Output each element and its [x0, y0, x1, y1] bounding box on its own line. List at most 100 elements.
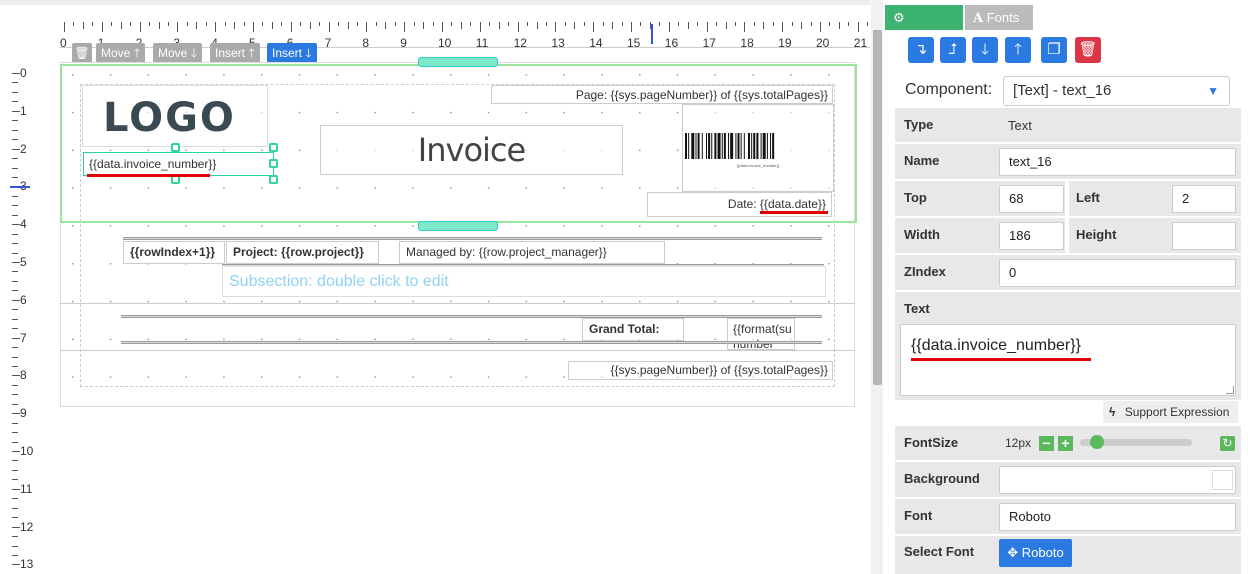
name-label: Name [904, 153, 940, 168]
ruler-number: 1 [20, 103, 27, 118]
selection-handle[interactable] [171, 143, 180, 152]
logo-image[interactable]: LOGO [82, 85, 268, 147]
insert-above-button[interactable]: Insert 🡑 [210, 43, 260, 63]
ruler-tick [801, 22, 803, 29]
ruler-number: 12 [20, 519, 34, 534]
ruler-tick [12, 290, 18, 292]
ruler-tick [12, 318, 18, 320]
ruler-tick [12, 252, 18, 254]
selection-handle[interactable] [269, 143, 278, 152]
band-resize-handle-top[interactable] [418, 57, 498, 67]
fontsize-slider-thumb[interactable] [1089, 435, 1104, 449]
row-project-text[interactable]: Project: {{row.project}} [226, 241, 379, 264]
move-up-button[interactable]: Move 🡑 [96, 43, 145, 63]
ruler-tick [460, 22, 462, 29]
ruler-tick [423, 22, 425, 29]
move-down-button[interactable]: Move 🡓 [153, 43, 202, 63]
ruler-number: 13 [551, 36, 565, 50]
left-input[interactable]: 2 [1172, 185, 1236, 213]
top-input[interactable]: 68 [999, 185, 1064, 213]
subsection-placeholder[interactable]: Subsection: double click to edit [222, 266, 826, 297]
ruler-number: 5 [20, 255, 27, 269]
name-input[interactable]: text_16 [999, 148, 1236, 176]
ruler-number: 9 [20, 406, 27, 421]
height-input[interactable] [1172, 222, 1236, 250]
row-index-text[interactable]: {{rowIndex+1}} [123, 241, 225, 264]
ruler-number: 12 [513, 36, 527, 50]
grid-dot [72, 376, 74, 378]
trash-icon: 🗑 [74, 46, 90, 60]
insert-below-button[interactable]: Insert 🡓 [267, 43, 317, 63]
band-resize-handle-bottom[interactable] [418, 221, 498, 231]
tab-fonts[interactable]: A Fonts [965, 5, 1033, 30]
selection-handle[interactable] [269, 175, 278, 184]
ruler-tick [668, 22, 670, 32]
ruler-number: 18 [740, 36, 754, 50]
highlight-underline [911, 358, 1091, 361]
arrow-up-icon: 🡑 [133, 46, 140, 60]
send-backward-button[interactable]: ↴ [908, 37, 934, 63]
barcode-bar [756, 133, 759, 159]
ruler-number: 16 [664, 36, 679, 50]
ruler-tick [12, 554, 18, 556]
reset-fontsize-button[interactable]: ↻ [1220, 436, 1235, 451]
ruler-tick [12, 299, 20, 301]
bring-forward-button[interactable]: ⮥ [940, 37, 966, 63]
selection-handle[interactable] [269, 159, 278, 168]
minus-icon: − [1042, 435, 1051, 451]
move-up-component-button[interactable]: 🡑 [1005, 37, 1031, 63]
select-font-button[interactable]: ✥ Roboto [999, 539, 1072, 567]
ruler-tick [404, 22, 406, 32]
ruler-tick [64, 22, 65, 32]
grand-total-label[interactable]: Grand Total: [582, 318, 684, 341]
ruler-number: 17 [702, 36, 716, 50]
ruler-tick [574, 22, 576, 29]
barcode-element[interactable]: {{data.invoice_number}} [682, 104, 834, 192]
barcode-bar [766, 133, 768, 159]
tab-general[interactable]: ⚙ General [885, 5, 963, 50]
ruler-tick [12, 176, 18, 178]
footer-page-number[interactable]: {{sys.pageNumber}} of {{sys.totalPages}} [568, 361, 833, 380]
component-select-value: [Text] - text_16 [1013, 82, 1112, 99]
move-down-component-button[interactable]: 🡓 [972, 37, 998, 63]
page-number-text[interactable]: Page: {{sys.pageNumber}} of {{sys.totalP… [491, 85, 833, 104]
increase-fontsize-button[interactable]: + [1058, 436, 1073, 451]
ruler-tick [12, 214, 18, 216]
select-font-label: Select Font [904, 544, 975, 559]
component-select[interactable]: [Text] - text_16 ▼ [1003, 76, 1230, 106]
ruler-tick [432, 22, 434, 26]
delete-component-button[interactable]: 🗑 [1075, 37, 1101, 63]
ruler-tick [12, 195, 18, 197]
canvas-scrollbar-thumb[interactable] [873, 30, 882, 385]
decrease-fontsize-button[interactable]: − [1039, 436, 1054, 451]
width-input[interactable]: 186 [999, 222, 1064, 250]
invoice-number-text[interactable]: {{data.invoice_number}} [83, 152, 274, 176]
row-manager-text[interactable]: Managed by: {{row.project_manager}} [399, 241, 665, 264]
arrow-up-icon: 🡑 [1014, 41, 1022, 58]
ruler-tick [12, 101, 18, 103]
ruler-tick [12, 507, 18, 509]
barcode-bar [695, 133, 697, 159]
duplicate-button[interactable]: ❐ [1041, 37, 1067, 63]
row-separator [121, 315, 822, 318]
ruler-tick [12, 262, 20, 263]
grand-total-value[interactable]: {{format(su number [727, 318, 795, 350]
ruler-tick [186, 22, 188, 26]
color-swatch[interactable] [1212, 470, 1233, 490]
background-input[interactable] [999, 466, 1236, 494]
support-expression-button[interactable]: ϟ Support Expression [1103, 401, 1238, 423]
ruler-tick [196, 22, 198, 29]
ruler-tick [413, 22, 415, 26]
invoice-title[interactable]: Invoice [320, 125, 623, 175]
ruler-tick [602, 22, 604, 26]
ruler-tick [744, 22, 746, 32]
textarea-resize-handle[interactable] [1226, 386, 1234, 394]
zindex-input[interactable]: 0 [999, 259, 1236, 287]
ruler-number: 19 [778, 36, 792, 50]
font-input[interactable]: Roboto [999, 503, 1236, 531]
band-divider [60, 350, 855, 351]
ruler-tick [12, 73, 20, 74]
ruler-tick [479, 22, 481, 32]
delete-band-button[interactable]: 🗑 [72, 43, 92, 63]
plus-icon: + [1061, 435, 1070, 451]
